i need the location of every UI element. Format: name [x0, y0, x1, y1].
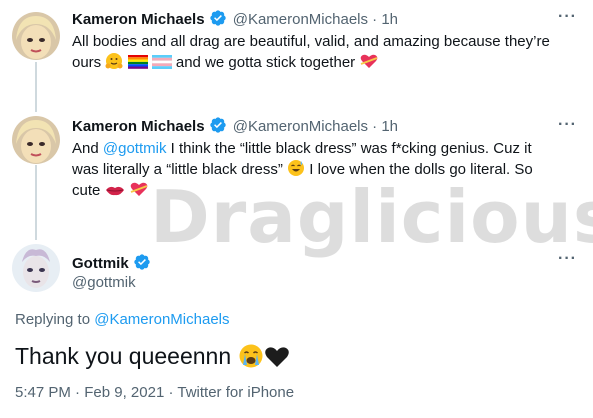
rainbow-flag-icon [127, 55, 148, 69]
avatar-kameron[interactable] [12, 116, 60, 164]
tweet-text-fragment: I think the “little black dress” was f*c… [170, 140, 532, 157]
lips-emoji-icon [105, 186, 124, 196]
black-heart-icon [264, 347, 289, 367]
tweet-text-fragment: and we gotta stick together [175, 54, 356, 71]
tweet-meta: 5:47 PM · Feb 9, 2021 · Twitter for iPho… [15, 384, 294, 401]
replying-to-label: Replying to [15, 311, 91, 328]
tweet-text-fragment: ours [72, 54, 102, 71]
tweet-2[interactable]: Kameron Michaels @KameronMichaels · 1h ·… [0, 110, 593, 230]
author-handle[interactable]: @KameronMichaels [233, 11, 368, 28]
tweet-text-fragment: was literally a “little black dress” [72, 161, 283, 178]
tweet-text-fragment: cute [72, 182, 101, 199]
tweet-date[interactable]: Feb 9, 2021 [84, 384, 164, 401]
replying-to-line: Replying to @KameronMichaels [15, 311, 230, 328]
tweet-text-fragment: I love when the dolls go literal. So [309, 161, 533, 178]
author-name[interactable]: Gottmik [72, 255, 129, 272]
avatar-gottmik[interactable] [12, 244, 60, 292]
main-author-row[interactable]: Gottmik [72, 253, 153, 272]
more-options-icon[interactable]: ··· [558, 250, 577, 268]
tweet-time[interactable]: 1h [381, 118, 398, 135]
more-options-icon[interactable]: ··· [558, 116, 577, 134]
avatar-kameron[interactable] [12, 12, 60, 60]
trans-flag-icon [151, 55, 172, 69]
mention-link[interactable]: @gottmik [103, 140, 167, 157]
tweet-source[interactable]: Twitter for iPhone [177, 384, 294, 401]
sweat-smile-emoji-icon [288, 160, 305, 176]
heart-ribbon-icon [360, 54, 378, 68]
tweet-text-fragment: And [72, 140, 99, 157]
author-name[interactable]: Kameron Michaels [72, 118, 205, 135]
author-handle[interactable]: @KameronMichaels [233, 118, 368, 135]
tweet-timestamp[interactable]: 5:47 PM [15, 384, 71, 401]
more-options-icon[interactable]: ··· [558, 8, 577, 26]
separator-dot: · [372, 118, 378, 135]
hug-emoji-icon [105, 53, 123, 69]
separator-dot: · [168, 384, 174, 401]
tweet-1[interactable]: Kameron Michaels @KameronMichaels · 1h ·… [0, 0, 593, 110]
heart-ribbon-icon [130, 182, 148, 196]
verified-badge-icon [133, 254, 150, 270]
tweet-text-line: All bodies and all drag are beautiful, v… [72, 33, 550, 50]
verified-badge-icon [209, 10, 226, 26]
author-name[interactable]: Kameron Michaels [72, 11, 205, 28]
author-handle[interactable]: @gottmik [72, 274, 136, 291]
tweet-time[interactable]: 1h [381, 11, 398, 28]
replying-to-mention[interactable]: @KameronMichaels [94, 311, 229, 328]
separator-dot: · [372, 11, 378, 28]
crying-emoji-icon [239, 344, 263, 368]
verified-badge-icon [209, 117, 226, 133]
tweet-text-fragment: Thank you queeennn [15, 343, 232, 369]
main-tweet-text: Thank you queeennn [15, 342, 290, 370]
separator-dot: · [75, 384, 81, 401]
